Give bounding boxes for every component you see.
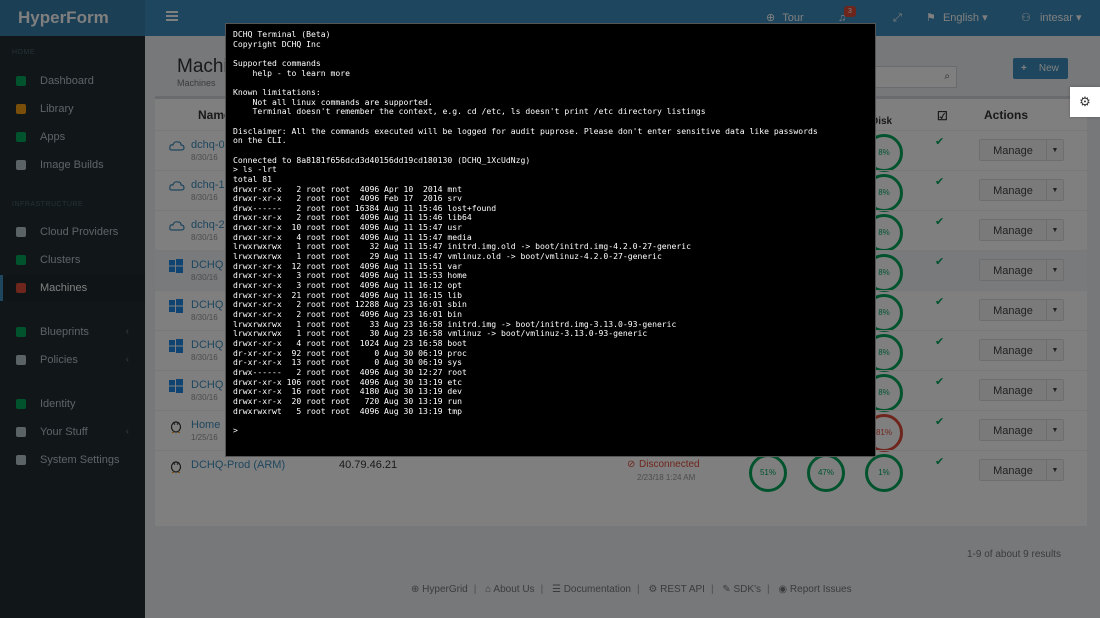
terminal-window[interactable]: DCHQ Terminal (Beta) Copyright DCHQ Inc … [225,23,876,457]
settings-gear-icon[interactable]: ⚙ [1070,87,1100,117]
terminal-output[interactable]: DCHQ Terminal (Beta) Copyright DCHQ Inc … [233,29,868,436]
